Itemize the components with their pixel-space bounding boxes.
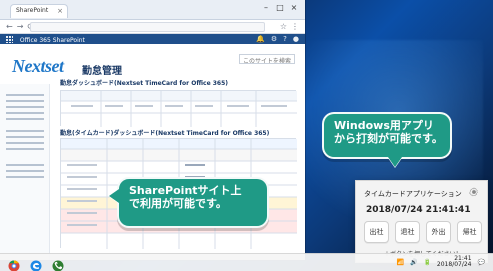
nav-line [6,148,44,150]
taskbar-clock[interactable]: 21:41 2018/07/24 [436,255,472,269]
bell-icon[interactable]: 🔔 [256,35,265,43]
browser-tab[interactable]: SharePoint × [10,4,68,18]
windows-callout: Windows用アプリ から打刻が可能です。 [322,112,452,159]
go-out-button[interactable]: 外出 [426,221,451,243]
timecard-app-window: タイムカードアプリケーション 2018/07/24 21:41:41 出社 退社… [355,180,488,263]
timecard-buttons: 出社 退社 外出 帰社 [364,221,482,243]
page-title: 勤怠管理 [82,66,122,77]
notifications-icon[interactable]: 💬 [478,259,485,266]
check-in-button[interactable]: 出社 [364,221,389,243]
nextset-logo: Nextset [12,56,64,76]
address-bar-row: ← → ⟳ ☆ ⋮ [0,20,305,34]
browser-titlebar: SharePoint × – □ × [0,0,305,20]
sharepoint-topbar: Office 365 SharePoint 🔔 ⚙ ? ● [0,34,305,44]
volume-icon[interactable]: 🔊 [410,259,417,266]
nav-line [6,142,44,144]
chrome-icon[interactable] [8,257,20,271]
nav-line [6,106,44,108]
sharepoint-callout-line-2: で利用が可能です。 [129,196,227,210]
windows-callout-line-1: Windows用アプリ [334,119,434,132]
dashboard-title: 勤怠ダッシュボード(Nextset TimeCard for Office 36… [60,80,228,87]
edge-icon[interactable] [30,257,42,271]
windows-taskbar: 📶 🔊 🔋 21:41 2018/07/24 💬 [0,253,493,271]
maximize-button[interactable]: □ [275,3,285,12]
sharepoint-callout-line-1: SharePointサイト上 [129,184,242,197]
timecard-title: タイムカードアプリケーション [364,190,462,198]
taskbar-pinned [8,257,64,271]
close-icon[interactable]: × [57,7,63,15]
nav-line [6,112,44,114]
site-search-input[interactable]: このサイトを検索 [239,54,295,64]
phone-icon[interactable] [52,257,64,271]
nav-line [6,94,44,96]
sharepoint-topbar-text: Office 365 SharePoint [19,37,85,44]
window-controls: – □ × [261,3,299,12]
star-icon[interactable]: ☆ [280,22,287,31]
menu-icon[interactable]: ⋮ [291,22,299,31]
close-window-button[interactable]: × [289,3,299,12]
browser-tab-title: SharePoint [16,7,49,14]
timecard-datetime: 2018/07/24 21:41:41 [366,205,471,215]
network-icon[interactable]: 📶 [396,259,403,266]
help-icon[interactable]: ? [283,35,287,43]
gear-icon[interactable]: ⚙ [271,35,277,43]
avatar[interactable]: ● [293,35,299,43]
return-button[interactable]: 帰社 [457,221,482,243]
windows-callout-line-2: から打刻が可能です。 [334,131,443,145]
sharepoint-topbar-icons: 🔔 ⚙ ? ● [256,35,299,43]
desktop-screen: SharePoint × – □ × ← → ⟳ ☆ ⋮ Office 3 [0,0,493,271]
nav-line [6,176,44,178]
dashboard-panel [60,90,297,127]
nav-line [6,100,44,102]
gear-icon[interactable] [469,187,479,197]
site-brand: Nextset 勤怠管理 [12,56,132,78]
browser-actions: ☆ ⋮ [280,22,299,31]
sharepoint-callout: SharePointサイト上 で利用が可能です。 [117,177,269,228]
minimize-button[interactable]: – [261,3,271,12]
app-launcher-icon[interactable] [6,36,13,43]
timecard-dashboard-title: 勤怠(タイムカード)ダッシュボード(Nextset TimeCard for O… [60,130,270,137]
nav-line [6,118,44,120]
nav-line [6,130,44,132]
nav-line [6,170,44,172]
check-out-button[interactable]: 退社 [395,221,420,243]
url-field[interactable] [30,22,265,32]
back-icon[interactable]: ← [6,22,13,31]
nav-line [6,164,44,166]
system-tray: 📶 🔊 🔋 21:41 2018/07/24 💬 [396,255,485,269]
battery-icon[interactable]: 🔋 [423,259,430,266]
forward-icon[interactable]: → [17,22,24,31]
nav-line [6,136,44,138]
left-navigation [0,84,50,260]
dashboard-grid [61,91,297,127]
clock-date: 2018/07/24 [436,261,472,269]
